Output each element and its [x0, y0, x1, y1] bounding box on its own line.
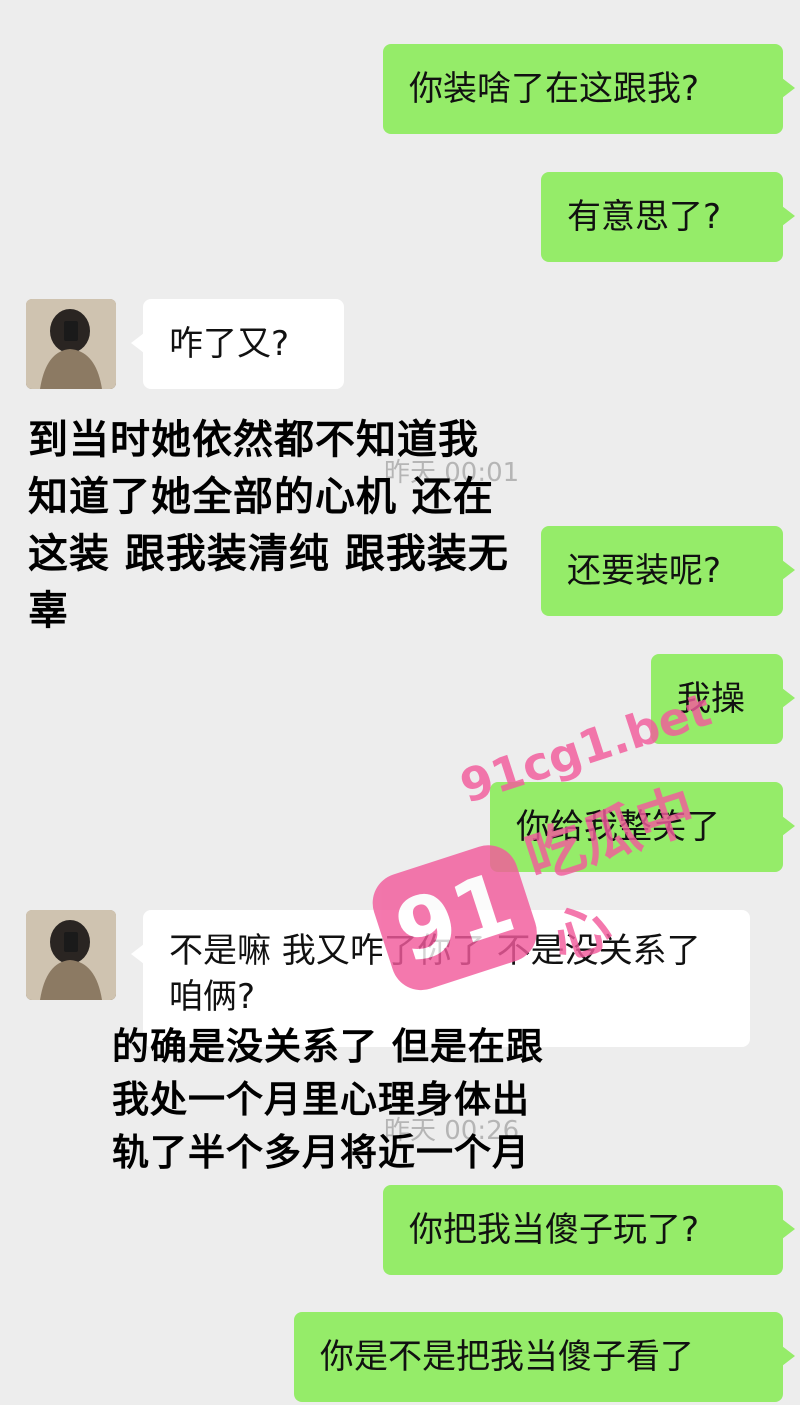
message-bubble-outgoing[interactable]: 你装啥了在这跟我?	[383, 44, 795, 134]
contact-avatar[interactable]	[26, 910, 116, 1000]
caption-overlay: 的确是没关系了 但是在跟 我处一个月里心理身体出 轨了半个多月将近一个月	[112, 1020, 544, 1179]
caption-line: 我处一个月里心理身体出	[112, 1078, 530, 1121]
message-bubble-outgoing[interactable]: 还要装呢?	[541, 526, 795, 616]
message-bubble-outgoing[interactable]: 你是不是把我当傻子看了	[294, 1312, 795, 1402]
caption-line: 这装 跟我装清纯 跟我装无	[28, 531, 509, 577]
caption-line: 轨了半个多月将近一个月	[112, 1131, 530, 1174]
contact-avatar[interactable]	[26, 299, 116, 389]
avatar-photo-icon	[26, 910, 116, 1000]
message-bubble-outgoing[interactable]: 我操	[651, 654, 795, 744]
message-bubble-outgoing[interactable]: 你给我整笑了	[490, 782, 795, 872]
message-text: 我操	[677, 679, 745, 719]
message-text: 有意思了?	[567, 197, 722, 237]
caption-overlay: 到当时她依然都不知道我 知道了她全部的心机 还在 这装 跟我装清纯 跟我装无 辜	[28, 412, 509, 640]
caption-line: 知道了她全部的心机 还在	[28, 474, 494, 520]
message-text: 咋了又?	[169, 324, 290, 364]
message-text: 还要装呢?	[567, 551, 722, 591]
caption-line: 的确是没关系了 但是在跟	[112, 1025, 544, 1068]
message-text: 你把我当傻子玩了?	[409, 1210, 700, 1250]
message-bubble-incoming[interactable]: 咋了又?	[131, 299, 344, 389]
message-text: 你给我整笑了	[516, 807, 720, 847]
caption-line: 辜	[28, 588, 69, 634]
avatar-photo-icon	[26, 299, 116, 389]
caption-line: 到当时她依然都不知道我	[28, 417, 479, 463]
message-bubble-outgoing[interactable]: 有意思了?	[541, 172, 795, 262]
message-text: 你装啥了在这跟我?	[409, 69, 700, 109]
message-text: 你是不是把我当傻子看了	[320, 1337, 694, 1377]
message-bubble-outgoing[interactable]: 你把我当傻子玩了?	[383, 1185, 795, 1275]
message-text: 不是嘛 我又咋了你了 不是没关系了咱俩?	[169, 931, 701, 1017]
